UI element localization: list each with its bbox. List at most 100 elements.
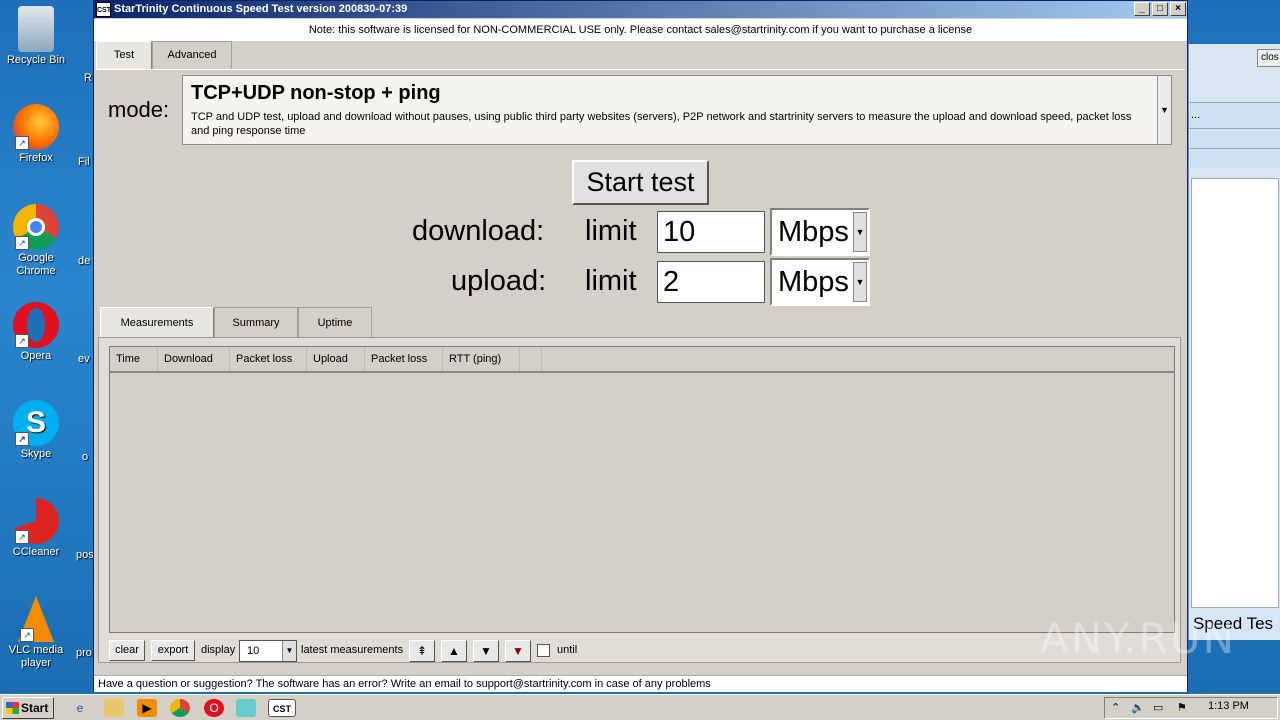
mode-select[interactable]: TCP+UDP non-stop + ping TCP and UDP test… [182, 75, 1172, 145]
desktop-partial-label: R [84, 72, 92, 84]
mode-dropdown-arrow-icon[interactable]: ▼ [1157, 76, 1171, 144]
chrome-icon[interactable] [170, 699, 190, 717]
mode-label: mode: [108, 97, 170, 122]
column-header[interactable]: Time [110, 347, 158, 371]
tray-expand-icon[interactable]: ⌃ [1111, 701, 1120, 714]
mode-title: TCP+UDP non-stop + ping [191, 82, 441, 104]
desktop-icon-chrome[interactable]: ↗ Google Chrome [4, 204, 68, 278]
desktop-icon-opera[interactable]: ↗ Opera [4, 302, 68, 363]
background-ellipsis: ... [1191, 109, 1201, 121]
start-button[interactable]: Start [2, 697, 54, 719]
scroll-bottom-icon[interactable]: ▼ [505, 640, 531, 662]
clear-button[interactable]: clear [109, 640, 145, 661]
shortcut-arrow-icon: ↗ [15, 530, 29, 544]
vlc-cone-icon: ↗ [18, 596, 54, 642]
desktop-icon-skype[interactable]: S ↗ Skype [4, 400, 68, 461]
column-header[interactable]: Download [158, 347, 230, 371]
shortcut-arrow-icon: ↗ [15, 236, 29, 250]
chevron-down-icon[interactable]: ▼ [853, 212, 867, 252]
taskbar-cst-app[interactable]: CST [268, 699, 296, 717]
download-label: download: [412, 215, 545, 247]
background-row: ... [1189, 102, 1280, 128]
shortcut-arrow-icon: ↗ [20, 628, 34, 642]
background-row [1189, 148, 1280, 168]
upload-unit-select[interactable]: Mbps ▼ [770, 258, 870, 306]
ie-icon[interactable]: e [70, 699, 90, 717]
tab-measurements[interactable]: Measurements [100, 307, 214, 337]
upload-unit-value: Mbps [778, 266, 849, 298]
close-button[interactable]: × [1170, 2, 1186, 16]
column-header[interactable]: Upload [307, 347, 365, 371]
column-header[interactable]: Packet loss [365, 347, 443, 371]
latest-measurements-label: latest measurements [301, 644, 404, 656]
desktop-icon-ccleaner[interactable]: ↗ CCleaner [4, 498, 68, 559]
download-unit-value: Mbps [778, 216, 849, 248]
opera-icon[interactable]: O [204, 699, 224, 717]
upload-limit-label: limit [585, 265, 637, 297]
desktop-icon-label: Recycle Bin [6, 54, 66, 66]
window-titlebar[interactable]: CST StarTrinity Continuous Speed Test ve… [94, 1, 1187, 18]
download-limit-label: limit [585, 215, 637, 247]
shortcut-arrow-icon: ↗ [15, 334, 29, 348]
media-player-icon[interactable]: ▶ [137, 699, 157, 717]
start-test-button[interactable]: Start test [572, 160, 709, 205]
chevron-down-icon[interactable]: ▼ [282, 641, 296, 661]
column-header[interactable]: Packet loss [230, 347, 307, 371]
desktop-partial-label: o [82, 451, 89, 463]
desktop-icon-label: Firefox [19, 152, 53, 164]
column-header[interactable]: RTT (ping) [443, 347, 520, 371]
desktop-partial-label: pos [76, 549, 94, 561]
chevron-down-icon[interactable]: ▼ [853, 262, 867, 302]
firefox-icon: ↗ [13, 104, 59, 150]
table-header: Time Download Packet loss Upload Packet … [110, 347, 1174, 373]
explorer-icon[interactable] [104, 699, 124, 717]
watermark-logo: ANY.RUN [1040, 614, 1236, 663]
tab-advanced[interactable]: Advanced [152, 41, 232, 69]
app-icon: CST [96, 2, 111, 17]
desktop-icon-label: CCleaner [12, 546, 60, 558]
desktop-partial-label: ev [78, 353, 90, 365]
maximize-button[interactable]: □ [1152, 2, 1168, 16]
download-unit-select[interactable]: Mbps ▼ [770, 208, 870, 256]
background-row [1189, 128, 1280, 148]
desktop-icon-vlc[interactable]: ↗ VLC media player [4, 596, 68, 670]
windows-logo-icon [6, 702, 19, 714]
export-button[interactable]: export [151, 640, 195, 661]
desktop-partial-label: Fil [78, 156, 90, 168]
desktop-icon-label: Skype [20, 448, 52, 460]
app-icon[interactable] [236, 699, 256, 717]
until-label: until [557, 644, 578, 656]
display-count-value: 10 [247, 645, 260, 657]
license-notice: Note: this software is licensed for NON-… [94, 19, 1187, 41]
background-window[interactable]: clos ... Speed Tes [1188, 44, 1280, 640]
until-checkbox[interactable] [537, 644, 550, 657]
upload-limit-input[interactable]: 2 [657, 261, 765, 303]
volume-icon[interactable]: 🔈 [1131, 701, 1145, 714]
desktop-icon-recycle-bin[interactable]: Recycle Bin [4, 6, 68, 67]
desktop-icon-label: Google Chrome [16, 252, 56, 277]
display-label: display [201, 644, 236, 656]
measurements-panel: Time Download Packet loss Upload Packet … [98, 337, 1181, 663]
scroll-up-icon[interactable]: ▲ [441, 640, 467, 662]
display-count-select[interactable]: 10 ▼ [239, 640, 297, 662]
tab-summary[interactable]: Summary [214, 307, 298, 337]
chrome-icon: ↗ [13, 204, 59, 250]
desktop-icon-firefox[interactable]: ↗ Firefox [4, 104, 68, 165]
tab-uptime[interactable]: Uptime [298, 307, 372, 337]
ccleaner-icon: ↗ [13, 498, 59, 544]
minimize-button[interactable]: _ [1134, 2, 1150, 16]
scroll-top-icon[interactable]: ⇞ [409, 640, 435, 662]
scroll-down-icon[interactable]: ▼ [473, 640, 499, 662]
clock[interactable]: 1:13 PM [1208, 700, 1249, 712]
download-limit-input[interactable]: 10 [657, 211, 765, 253]
desktop-partial-label: pro [76, 647, 92, 659]
action-center-flag-icon[interactable]: ⚑ [1177, 701, 1187, 714]
skype-icon: S ↗ [13, 400, 59, 446]
background-close-button[interactable]: clos [1257, 49, 1280, 67]
start-label: Start [21, 701, 49, 715]
network-icon[interactable]: ▭ [1153, 701, 1163, 714]
mode-description: TCP and UDP test, upload and download wi… [191, 111, 1132, 137]
measurements-table[interactable]: Time Download Packet loss Upload Packet … [109, 346, 1175, 633]
shortcut-arrow-icon: ↗ [15, 432, 29, 446]
tab-test[interactable]: Test [96, 41, 152, 69]
